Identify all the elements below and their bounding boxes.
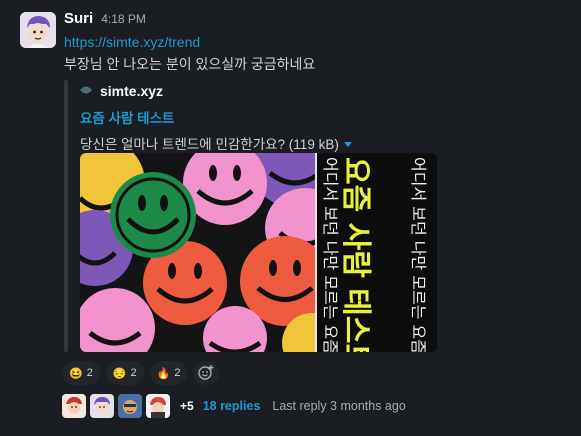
message-text: 부장님 안 나오는 분이 있으실까 궁금하네요 — [64, 56, 316, 72]
reaction-count: 2 — [86, 367, 93, 379]
reaction-count: 2 — [174, 367, 181, 379]
message-timestamp[interactable]: 4:18 PM — [101, 12, 146, 26]
reaction-bar: 😆 2 😔 2 🔥 2 — [62, 361, 220, 385]
caret-down-icon[interactable] — [343, 136, 353, 151]
reaction-emoji: 😆 — [69, 367, 83, 380]
reaction-emoji: 🔥 — [156, 367, 171, 380]
reaction-pensive[interactable]: 😔 2 — [105, 361, 144, 385]
participant-avatar[interactable] — [118, 394, 142, 418]
sender-avatar[interactable] — [20, 12, 56, 48]
thread-summary[interactable]: +5 18 replies Last reply 3 months ago — [62, 394, 406, 418]
reaction-emoji: 😔 — [112, 367, 127, 380]
smiley-green — [110, 172, 196, 258]
reaction-count: 2 — [130, 367, 137, 379]
site-favicon-icon — [80, 82, 92, 100]
thread-replies-link[interactable]: 18 replies — [203, 399, 261, 413]
unfurl-description: 당신은 얼마나 트렌드에 민감한가요? (119 kB) — [80, 137, 339, 152]
unfurl-site-name[interactable]: simte.xyz — [100, 83, 163, 99]
message-link[interactable]: https://simte.xyz/trend — [64, 34, 571, 50]
preview-title-text: 요즘 사람 테스트 — [338, 157, 373, 352]
reaction-laughing[interactable]: 😆 2 — [62, 361, 100, 385]
preview-side-text-1: 어디서 보던 나만 모르는 요즘것 — [321, 157, 340, 352]
preview-side-text-2: 어디서 보던 나만 모르는 요즘것 — [409, 157, 428, 352]
sender-name[interactable]: Suri — [64, 10, 93, 27]
message: Suri 4:18 PM https://simte.xyz/trend 부장님… — [64, 10, 571, 74]
add-reaction-button[interactable] — [193, 361, 220, 385]
reaction-fire[interactable]: 🔥 2 — [149, 361, 188, 385]
add-reaction-icon — [198, 364, 214, 383]
unfurl-preview-image[interactable]: 어디서 보던 나만 모르는 요즘것 요즘 사람 테스트 어디서 보던 나만 모르… — [80, 153, 437, 352]
last-reply-text: Last reply 3 months ago — [272, 399, 406, 413]
link-unfurl: simte.xyz 요즘 사람 테스트 당신은 얼마나 트렌드에 민감한가요? … — [64, 80, 444, 356]
participant-avatar[interactable] — [62, 394, 86, 418]
unfurl-bar — [64, 80, 68, 352]
more-participants-count: +5 — [180, 399, 194, 413]
participant-avatar[interactable] — [146, 394, 170, 418]
participant-avatar[interactable] — [90, 394, 114, 418]
unfurl-title[interactable]: 요즘 사람 테스트 — [80, 107, 444, 127]
